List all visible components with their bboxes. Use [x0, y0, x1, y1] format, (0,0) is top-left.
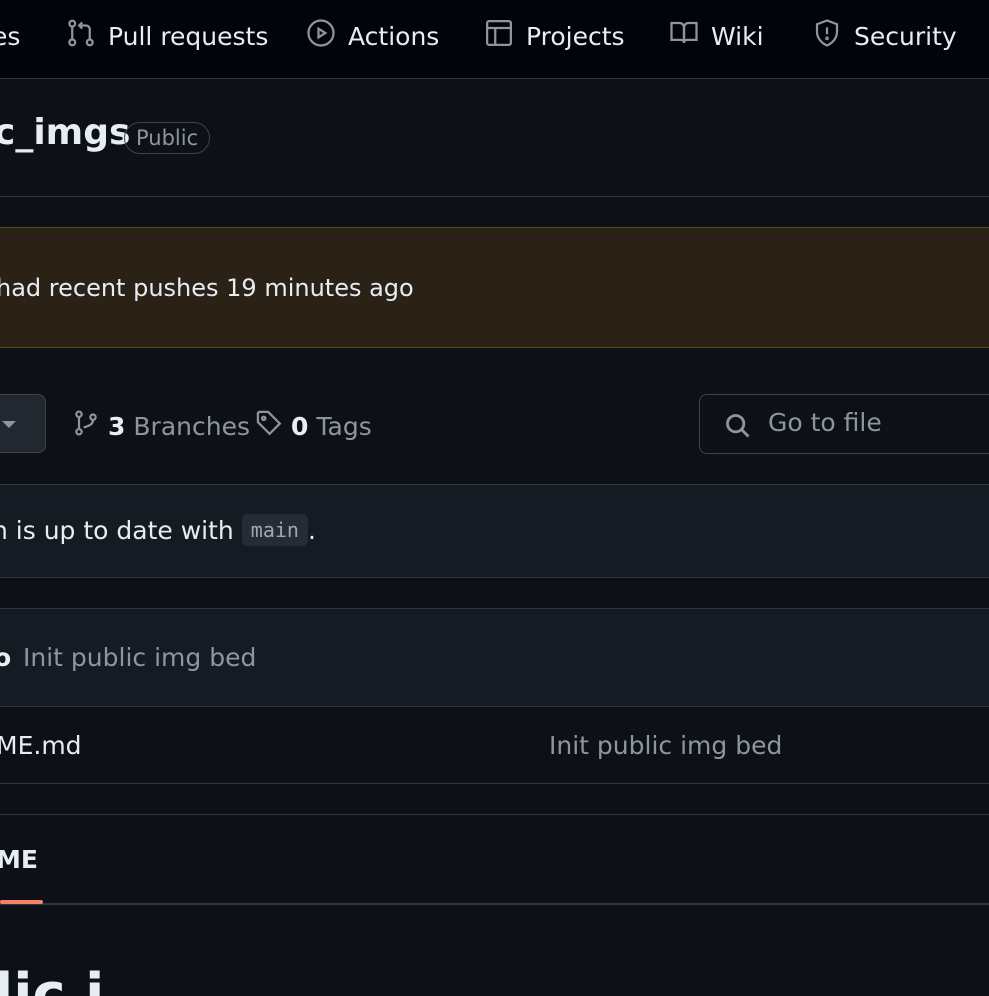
readme-panel	[0, 814, 989, 996]
file-name-link[interactable]: ME.md	[0, 731, 82, 760]
git-branch-icon	[72, 409, 100, 443]
base-branch-label[interactable]: main	[241, 514, 308, 546]
play-icon	[306, 18, 336, 54]
commit-author[interactable]: o	[0, 643, 11, 672]
readme-tab-divider	[0, 903, 989, 905]
nav-tab-label: Projects	[526, 21, 625, 51]
repo-page: es Pull requests Actions Projects Wiki	[0, 0, 989, 996]
git-pull-request-icon	[66, 18, 96, 54]
shield-icon	[812, 18, 842, 54]
tab-readme[interactable]: ME	[0, 845, 38, 874]
branches-label: Branches	[133, 411, 250, 441]
recent-pushes-text: had recent pushes 19 minutes ago	[0, 274, 414, 302]
nav-tab-label: es	[0, 21, 21, 51]
tags-link[interactable]: 0 Tags	[255, 404, 372, 448]
nav-tab-label: Pull requests	[108, 21, 269, 51]
tag-icon	[255, 409, 283, 443]
branch-status: h is up to date with main .	[0, 514, 316, 546]
branch-status-suffix: .	[307, 515, 316, 545]
chevron-down-icon	[2, 421, 16, 428]
visibility-badge: Public	[124, 122, 211, 154]
go-to-file-input[interactable]: Go to file	[699, 394, 989, 454]
tags-label: Tags	[316, 411, 372, 441]
nav-tab-label: Actions	[348, 21, 440, 51]
readme-heading: lic i	[0, 962, 105, 996]
nav-tab-label: Security	[854, 21, 957, 51]
branches-link[interactable]: 3 Branches	[72, 404, 250, 448]
nav-tab-issues[interactable]: es	[0, 0, 20, 72]
repo-nav-bar: es Pull requests Actions Projects Wiki	[0, 0, 989, 79]
branch-status-text: h is up to date with	[0, 515, 234, 545]
book-icon	[669, 18, 699, 54]
nav-tab-security[interactable]: Security	[812, 0, 957, 72]
nav-tab-actions[interactable]: Actions	[306, 0, 439, 72]
go-to-file-placeholder: Go to file	[768, 408, 882, 437]
branches-count: 3	[108, 411, 126, 441]
nav-tab-pull-requests[interactable]: Pull requests	[66, 0, 268, 72]
file-commit-message[interactable]: Init public img bed	[549, 731, 782, 760]
active-tab-indicator	[0, 900, 43, 904]
repo-name[interactable]: c_imgs	[0, 112, 130, 153]
nav-tab-wiki[interactable]: Wiki	[669, 0, 764, 72]
nav-tab-label: Wiki	[711, 21, 764, 51]
commit-message[interactable]: Init public img bed	[23, 643, 256, 672]
tags-count: 0	[291, 411, 309, 441]
table-icon	[484, 18, 514, 54]
nav-tab-projects[interactable]: Projects	[484, 0, 625, 72]
